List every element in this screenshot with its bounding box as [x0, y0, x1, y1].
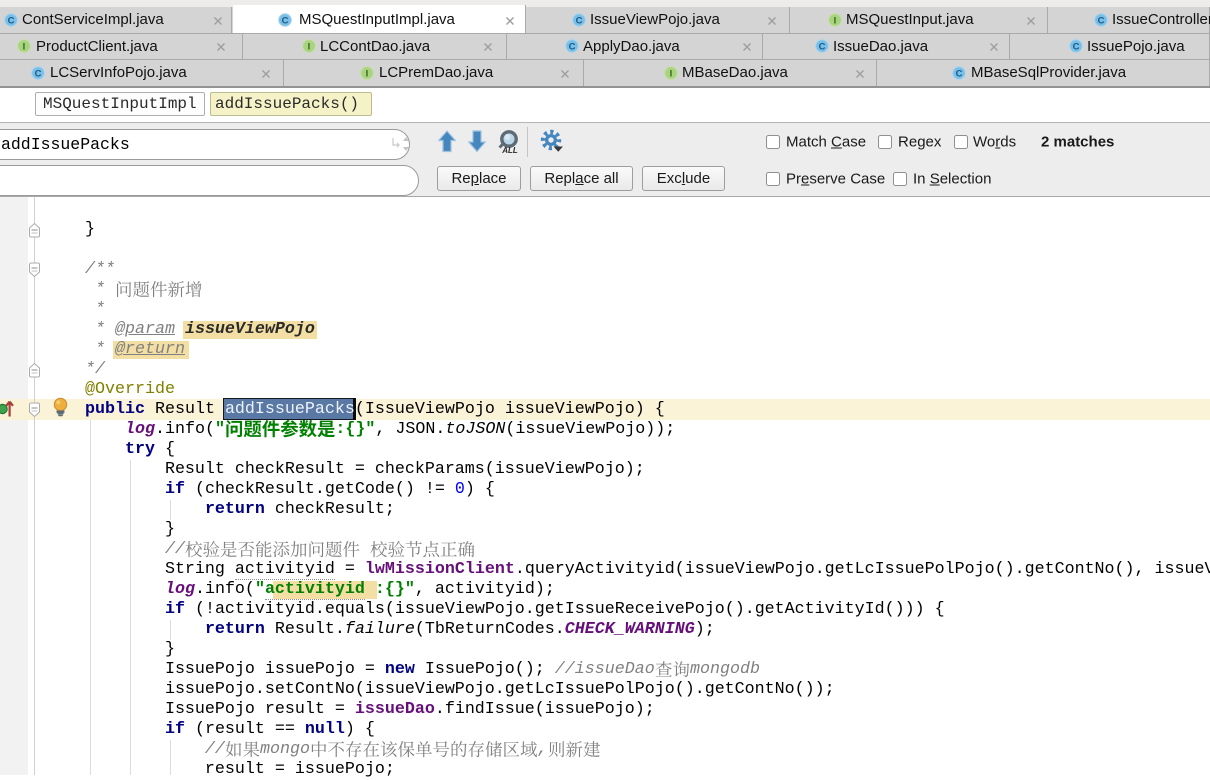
svg-text:I: I	[308, 41, 311, 52]
svg-text:C: C	[569, 41, 576, 52]
svg-text:C: C	[956, 68, 963, 79]
svg-text:C: C	[282, 15, 289, 26]
svg-text:I: I	[23, 41, 26, 52]
svg-text:I: I	[366, 68, 369, 79]
svg-text:C: C	[576, 15, 583, 26]
svg-text:I: I	[834, 15, 837, 26]
svg-text:C: C	[8, 15, 15, 26]
svg-text:C: C	[819, 41, 826, 52]
svg-text:C: C	[1098, 15, 1105, 26]
svg-text:C: C	[1073, 41, 1080, 52]
svg-text:C: C	[35, 68, 42, 79]
svg-text:ALL: ALL	[501, 146, 518, 155]
svg-text:I: I	[670, 68, 673, 79]
